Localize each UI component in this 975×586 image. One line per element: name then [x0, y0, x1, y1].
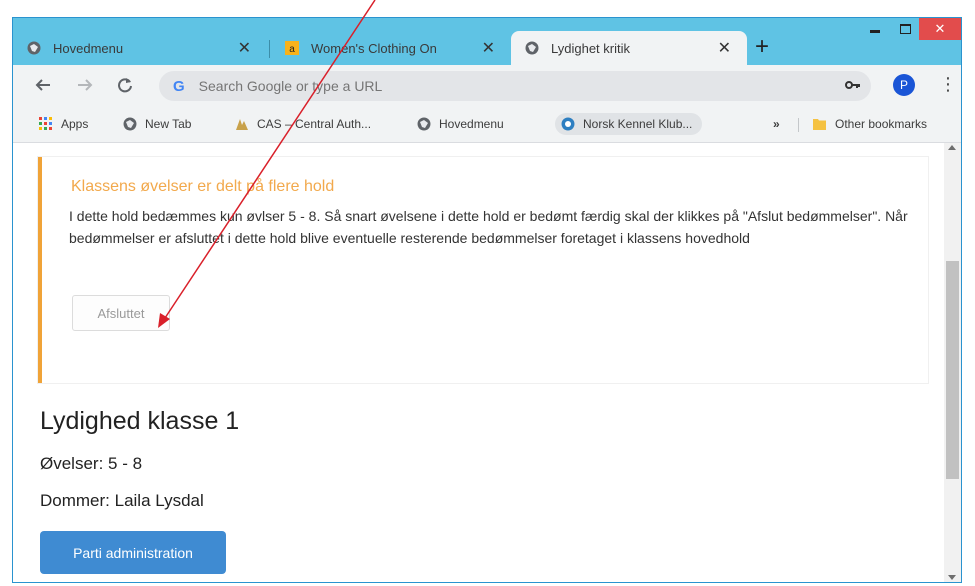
- bookmark-separator: [798, 118, 799, 132]
- tab-lydighet-kritik[interactable]: Lydighet kritik ✕: [511, 31, 747, 65]
- bookmark-apps[interactable]: Apps: [39, 113, 88, 135]
- parti-administration-button[interactable]: Parti administration: [40, 531, 226, 574]
- globe-icon: [123, 117, 137, 131]
- bookmark-label: New Tab: [145, 117, 192, 131]
- address-bar[interactable]: G: [159, 71, 871, 101]
- back-arrow-icon[interactable]: [31, 73, 55, 97]
- info-alert: Klassens øvelser er delt på flere hold I…: [38, 157, 928, 383]
- bookmark-other-bookmarks[interactable]: Other bookmarks: [813, 113, 927, 135]
- reload-icon[interactable]: [113, 73, 137, 97]
- bookmark-hovedmenu[interactable]: Hovedmenu: [417, 113, 504, 135]
- scroll-down-arrow-icon[interactable]: [948, 575, 956, 580]
- maximize-icon[interactable]: [893, 18, 917, 40]
- tab-separator: [269, 40, 270, 58]
- tab-womens-clothing[interactable]: a Women's Clothing On ✕: [271, 31, 511, 65]
- page-scrollbar[interactable]: [944, 143, 961, 582]
- judge-label: Dommer: Laila Lysdal: [40, 491, 204, 510]
- close-tab-icon[interactable]: ✕: [482, 38, 495, 58]
- more-options-icon[interactable]: ⋮: [939, 75, 957, 93]
- key-icon[interactable]: [845, 79, 861, 91]
- browser-window: Hovedmenu ✕ a Women's Clothing On ✕ Lydi…: [12, 17, 962, 583]
- apps-grid-icon: [39, 117, 52, 130]
- alert-title: Klassens øvelser er delt på flere hold: [71, 178, 335, 195]
- minimize-icon[interactable]: [863, 18, 887, 40]
- bookmark-label: Other bookmarks: [835, 117, 928, 131]
- forward-arrow-icon[interactable]: [73, 73, 97, 97]
- scroll-thumb[interactable]: [946, 261, 959, 479]
- bookmark-label: Apps: [61, 117, 89, 131]
- tab-strip: Hovedmenu ✕ a Women's Clothing On ✕ Lydi…: [13, 18, 961, 65]
- bookmarks-overflow-button[interactable]: »: [773, 113, 780, 135]
- class-title: Lydighed klasse 1: [40, 407, 240, 435]
- omnibox-input[interactable]: [196, 77, 801, 95]
- scroll-up-arrow-icon[interactable]: [948, 145, 956, 150]
- globe-icon: [417, 117, 431, 131]
- bookmarks-bar: Apps New Tab CAS – Central Auth... Hoved…: [13, 105, 961, 143]
- tab-title: Women's Clothing On: [311, 40, 437, 56]
- bookmark-norsk-kennel-klub[interactable]: Norsk Kennel Klub...: [555, 113, 703, 135]
- tab-title: Hovedmenu: [53, 40, 124, 56]
- cas-icon: [236, 119, 248, 130]
- new-tab-icon[interactable]: +: [755, 32, 769, 62]
- tab-title: Lydighet kritik: [551, 40, 630, 56]
- globe-icon: [525, 41, 539, 55]
- nkk-icon: [561, 117, 575, 131]
- close-window-icon[interactable]: ✕: [919, 18, 961, 40]
- bookmark-label: Norsk Kennel Klub...: [583, 117, 693, 131]
- amazon-icon: a: [285, 41, 299, 55]
- page-content: Klassens øvelser er delt på flere hold I…: [13, 143, 944, 582]
- browser-toolbar: G P ⋮: [13, 65, 961, 105]
- exercises-label: Øvelser: 5 - 8: [40, 454, 143, 473]
- svg-text:a: a: [289, 44, 295, 55]
- alert-text: I dette hold bedæmmes kun øvlser 5 - 8. …: [69, 208, 908, 246]
- google-g-icon: G: [173, 77, 185, 95]
- close-tab-icon[interactable]: ✕: [718, 38, 731, 58]
- tab-hovedmenu[interactable]: Hovedmenu ✕: [13, 31, 267, 65]
- bookmark-label: CAS – Central Auth...: [257, 117, 372, 131]
- bookmark-cas[interactable]: CAS – Central Auth...: [235, 113, 371, 135]
- close-tab-icon[interactable]: ✕: [238, 38, 251, 58]
- folder-icon: [813, 119, 826, 130]
- profile-avatar[interactable]: P: [893, 74, 915, 96]
- bookmark-new-tab[interactable]: New Tab: [123, 113, 191, 135]
- bookmark-label: Hovedmenu: [439, 117, 504, 131]
- globe-icon: [27, 41, 41, 55]
- afsluttet-button[interactable]: Afsluttet: [72, 295, 170, 331]
